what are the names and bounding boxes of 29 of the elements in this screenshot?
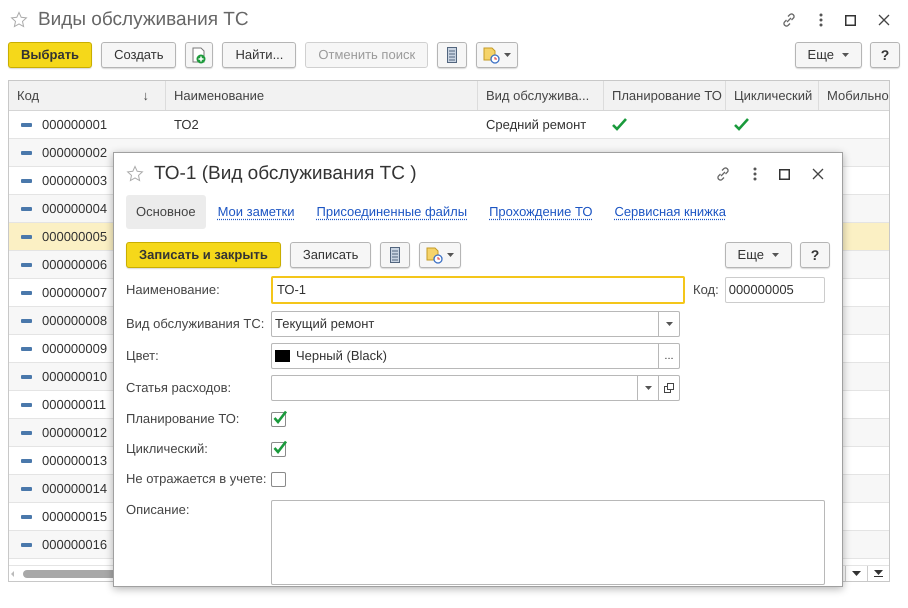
sort-arrow: ↓ xyxy=(142,86,149,105)
code-cell-text: 000000008 xyxy=(42,312,108,330)
code-cell-text: 000000009 xyxy=(42,340,108,358)
code-cell-text: 000000005 xyxy=(42,228,108,246)
code-label: Код: xyxy=(693,281,719,300)
code-cell-text: 000000007 xyxy=(42,284,108,302)
field-label: Не отражается в учете: xyxy=(126,470,268,488)
name-cell-text: ТО2 xyxy=(174,116,199,134)
field-label: Планирование ТО: xyxy=(126,410,240,428)
code-cell-text: 000000004 xyxy=(42,200,108,218)
field-label: Наименование: xyxy=(126,281,221,300)
field-label: Вид обслуживания ТС: xyxy=(126,315,266,334)
field-label: Описание: xyxy=(126,501,190,519)
code-cell-text: 000000015 xyxy=(42,508,108,526)
code-cell-text: 000000014 xyxy=(42,480,108,498)
code-cell-text: 000000011 xyxy=(42,396,106,414)
type-cell-text: Средний ремонт xyxy=(486,116,586,134)
code-cell-text: 000000002 xyxy=(42,144,108,162)
code-cell-text: 000000003 xyxy=(42,172,108,190)
code-cell-text: 000000001 xyxy=(42,116,108,134)
field-label: Статья расходов: xyxy=(126,379,232,398)
code-cell-text: 000000006 xyxy=(42,256,108,274)
field-label: Циклический: xyxy=(126,440,209,458)
code-cell-text: 000000016 xyxy=(42,536,108,554)
code-cell-text: 000000012 xyxy=(42,424,108,442)
code-cell-text: 000000013 xyxy=(42,452,108,470)
field-label: Цвет: xyxy=(126,347,160,366)
code-cell-text: 000000010 xyxy=(42,368,108,386)
window-title: Виды обслуживания ТС xyxy=(38,8,249,32)
